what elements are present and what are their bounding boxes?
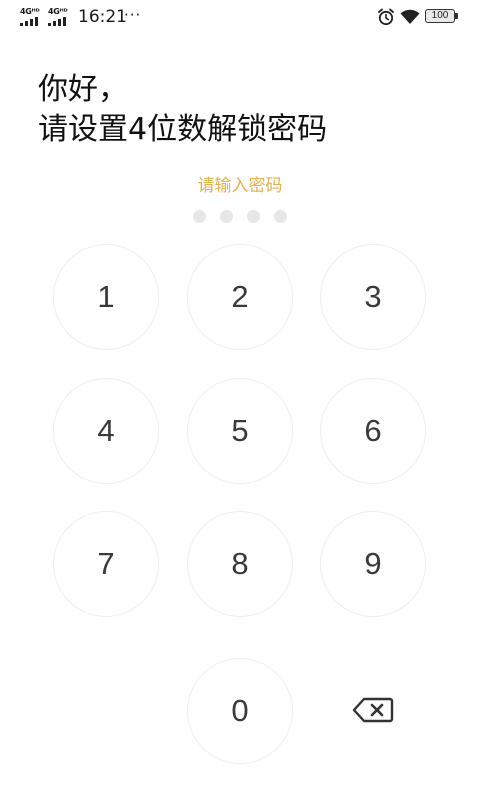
pin-indicator <box>193 210 293 224</box>
greeting-line: 你好， <box>38 72 128 107</box>
sim2-network-type: 4Gᴴᴰ <box>48 7 68 16</box>
key-7[interactable]: 7 <box>53 511 159 617</box>
backspace-icon <box>352 697 394 723</box>
instruction-line: 请设置4位数解锁密码 <box>38 112 328 147</box>
wifi-icon <box>400 9 420 24</box>
sim1-signal-icon: 4Gᴴᴰ <box>20 8 44 26</box>
status-time: 16:21 <box>78 7 127 27</box>
password-prompt: 请输入密码 <box>197 176 283 196</box>
key-3[interactable]: 3 <box>320 244 426 350</box>
pin-dot-3 <box>247 210 260 223</box>
key-5[interactable]: 5 <box>187 378 293 484</box>
pin-dot-4 <box>274 210 287 223</box>
sim1-network-type: 4Gᴴᴰ <box>20 7 40 16</box>
page-title: 你好， 请设置4位数解锁密码 <box>38 70 327 150</box>
pin-dot-2 <box>220 210 233 223</box>
delete-button[interactable] <box>334 682 412 738</box>
key-4[interactable]: 4 <box>53 378 159 484</box>
key-2[interactable]: 2 <box>187 244 293 350</box>
key-0[interactable]: 0 <box>187 658 293 764</box>
sim2-signal-icon: 4Gᴴᴰ <box>48 8 72 26</box>
battery-icon: 100 <box>425 9 455 23</box>
key-9[interactable]: 9 <box>320 511 426 617</box>
status-bar: 4Gᴴᴰ 4Gᴴᴰ 16:21 ··· 100 <box>0 0 480 34</box>
more-notifications-icon: ··· <box>124 6 142 24</box>
pin-dot-1 <box>193 210 206 223</box>
key-8[interactable]: 8 <box>187 511 293 617</box>
battery-level: 100 <box>431 10 449 21</box>
key-1[interactable]: 1 <box>53 244 159 350</box>
alarm-icon <box>378 8 394 26</box>
battery-tip <box>455 13 458 19</box>
key-6[interactable]: 6 <box>320 378 426 484</box>
